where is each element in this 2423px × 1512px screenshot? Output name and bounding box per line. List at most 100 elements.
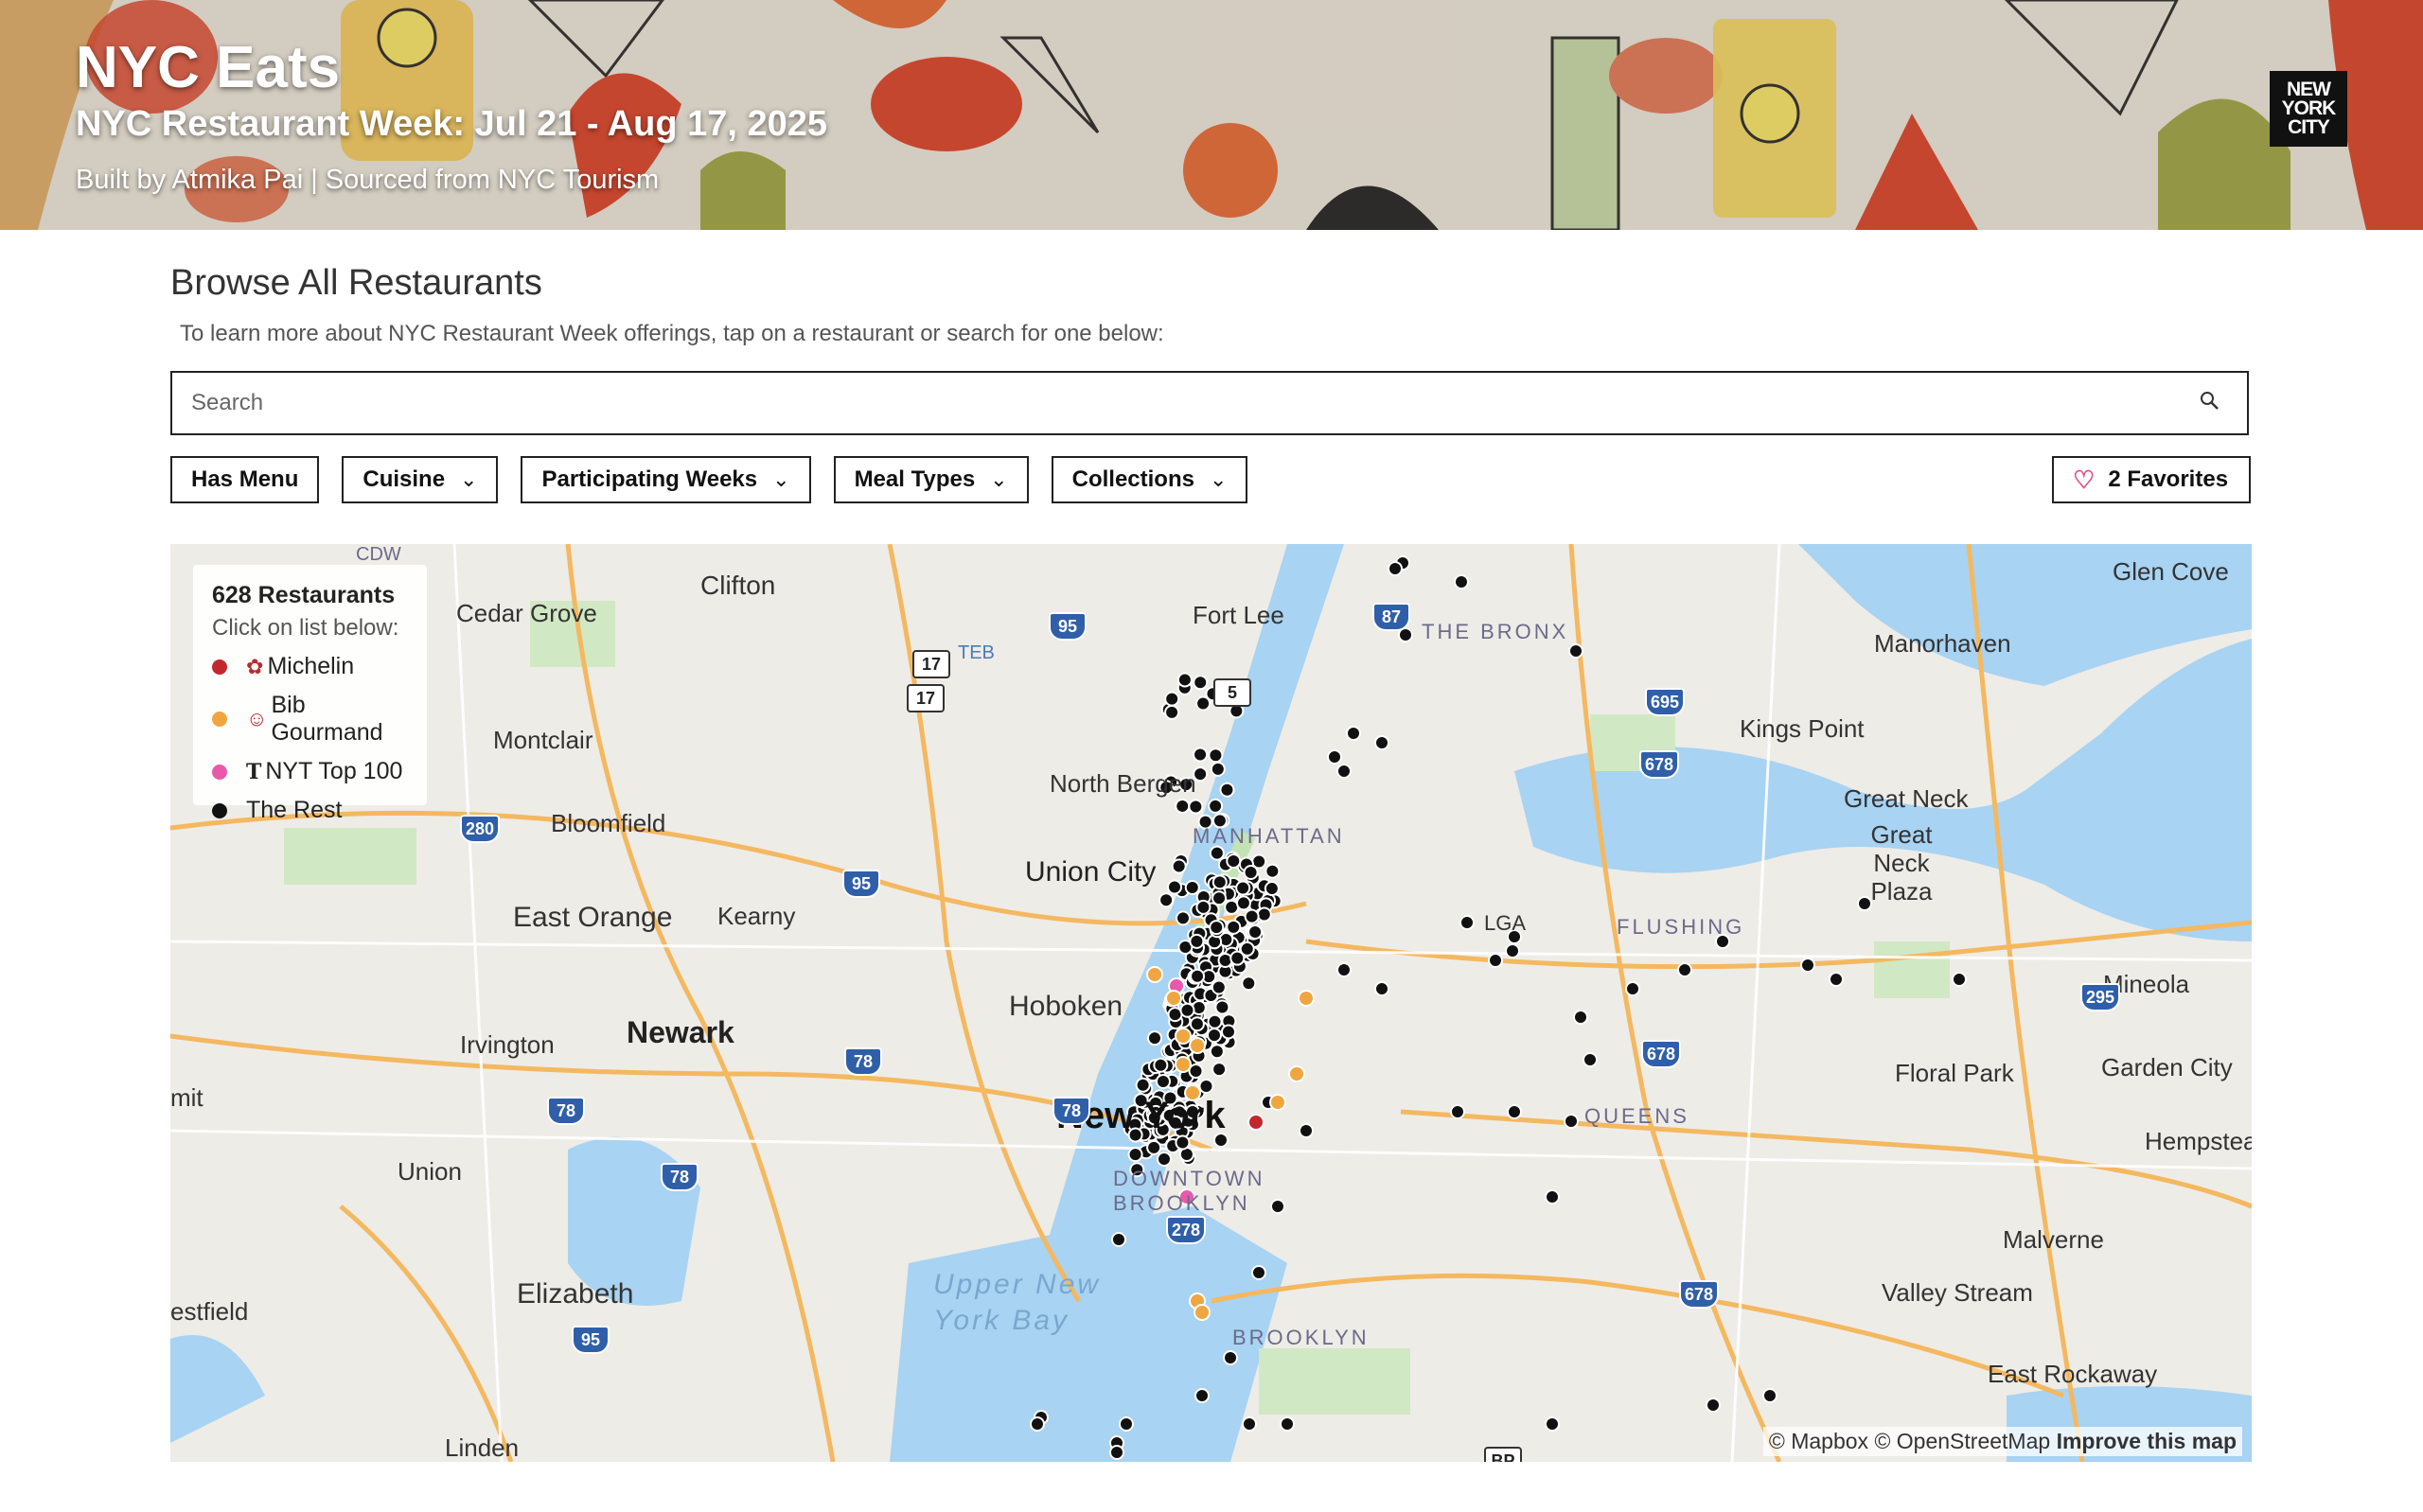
restaurant-marker[interactable] <box>1207 1028 1223 1044</box>
restaurant-marker[interactable] <box>1800 958 1815 973</box>
restaurant-marker[interactable] <box>1298 990 1315 1007</box>
legend-item-michelin[interactable]: ✿ Michelin <box>212 653 408 680</box>
restaurant-marker[interactable] <box>1256 906 1272 923</box>
restaurant-marker[interactable] <box>1188 799 1204 815</box>
restaurant-marker[interactable] <box>1207 1013 1223 1029</box>
restaurant-marker[interactable] <box>1164 691 1180 707</box>
restaurant-marker[interactable] <box>1229 950 1246 966</box>
restaurant-marker[interactable] <box>1146 966 1163 983</box>
restaurant-marker[interactable] <box>1374 735 1389 750</box>
restaurant-marker[interactable] <box>1450 1104 1465 1119</box>
restaurant-marker[interactable] <box>1209 920 1225 936</box>
restaurant-marker[interactable] <box>1545 1189 1560 1204</box>
meal-types-dropdown[interactable]: Meal Types ⌄ <box>833 456 1029 503</box>
restaurant-marker[interactable] <box>1146 1139 1162 1155</box>
has-menu-button[interactable]: Has Menu <box>170 456 320 503</box>
restaurant-marker[interactable] <box>1243 864 1259 880</box>
restaurant-marker[interactable] <box>1568 643 1583 659</box>
restaurant-marker[interactable] <box>1564 1114 1579 1129</box>
restaurant-marker[interactable] <box>1242 1416 1257 1432</box>
restaurant-marker[interactable] <box>1167 1007 1183 1023</box>
restaurant-marker[interactable] <box>1175 1134 1191 1151</box>
restaurant-marker[interactable] <box>1184 879 1200 895</box>
osm-attribution[interactable]: © OpenStreetMap <box>1874 1429 2050 1453</box>
restaurant-marker[interactable] <box>1135 1077 1151 1093</box>
restaurant-marker[interactable] <box>1208 798 1224 814</box>
restaurant-marker[interactable] <box>1119 1416 1134 1432</box>
map-canvas[interactable] <box>170 544 2252 1462</box>
restaurant-marker[interactable] <box>1346 726 1361 741</box>
participating-weeks-dropdown[interactable]: Participating Weeks ⌄ <box>521 456 811 503</box>
restaurant-marker[interactable] <box>1176 672 1193 688</box>
restaurant-marker[interactable] <box>1198 1078 1214 1094</box>
restaurant-marker[interactable] <box>1280 1416 1295 1432</box>
restaurant-marker[interactable] <box>1505 943 1520 958</box>
restaurant-marker[interactable] <box>1219 782 1235 798</box>
mapbox-attribution[interactable]: © Mapbox <box>1769 1429 1868 1453</box>
restaurant-marker[interactable] <box>1677 962 1692 977</box>
restaurant-marker[interactable] <box>1179 1002 1195 1018</box>
restaurant-marker[interactable] <box>1235 880 1251 896</box>
restaurant-marker[interactable] <box>1190 968 1206 984</box>
restaurant-marker[interactable] <box>1189 933 1205 949</box>
restaurant-marker[interactable] <box>1374 981 1389 996</box>
restaurant-marker[interactable] <box>1175 798 1191 814</box>
restaurant-marker[interactable] <box>1706 1398 1721 1413</box>
restaurant-marker[interactable] <box>1189 1037 1206 1054</box>
restaurant-marker[interactable] <box>1583 1052 1598 1067</box>
restaurant-marker[interactable] <box>1153 1057 1169 1073</box>
restaurant-marker[interactable] <box>1189 1016 1205 1032</box>
restaurant-marker[interactable] <box>1211 979 1227 995</box>
restaurant-marker[interactable] <box>1210 761 1226 777</box>
restaurant-marker[interactable] <box>1158 892 1175 908</box>
restaurant-marker[interactable] <box>1269 1094 1286 1111</box>
collections-dropdown[interactable]: Collections ⌄ <box>1051 456 1248 503</box>
restaurant-marker[interactable] <box>1762 1388 1777 1403</box>
search-input[interactable] <box>172 389 2190 417</box>
restaurant-marker[interactable] <box>1175 910 1191 926</box>
restaurant-marker[interactable] <box>1223 1350 1238 1365</box>
restaurant-marker[interactable] <box>1209 1044 1225 1060</box>
improve-map-link[interactable]: Improve this map <box>2057 1429 2237 1453</box>
restaurant-map[interactable]: Clifton Cedar Grove Fort Lee THE BRONX G… <box>170 544 2252 1462</box>
restaurant-marker[interactable] <box>1175 1056 1192 1073</box>
restaurant-marker[interactable] <box>1251 1265 1266 1280</box>
legend-item-nyt-top-100[interactable]: T NYT Top 100 <box>212 758 408 785</box>
restaurant-marker[interactable] <box>1288 1065 1305 1082</box>
legend-item-bib-gourmand[interactable]: ☺ Bib Gourmand <box>212 692 408 747</box>
cuisine-dropdown[interactable]: Cuisine ⌄ <box>342 456 499 503</box>
restaurant-marker[interactable] <box>1264 881 1280 897</box>
restaurant-marker[interactable] <box>1299 1123 1314 1138</box>
restaurant-marker[interactable] <box>1220 1024 1236 1040</box>
restaurant-marker[interactable] <box>1193 747 1209 763</box>
restaurant-marker[interactable] <box>1164 704 1180 720</box>
restaurant-marker[interactable] <box>1194 1304 1211 1321</box>
restaurant-marker[interactable] <box>1226 919 1242 935</box>
restaurant-marker[interactable] <box>1193 675 1209 691</box>
restaurant-marker[interactable] <box>1155 1073 1171 1089</box>
restaurant-marker[interactable] <box>1241 976 1257 992</box>
restaurant-marker[interactable] <box>1127 1147 1143 1163</box>
restaurant-marker[interactable] <box>1388 561 1403 576</box>
restaurant-marker[interactable] <box>1488 953 1503 968</box>
restaurant-marker[interactable] <box>1235 895 1251 911</box>
restaurant-marker[interactable] <box>1212 1062 1228 1078</box>
favorites-button[interactable]: ♡ 2 Favorites <box>2052 456 2251 503</box>
restaurant-marker[interactable] <box>1265 863 1281 879</box>
restaurant-marker[interactable] <box>1146 1030 1162 1046</box>
restaurant-marker[interactable] <box>1829 972 1844 987</box>
restaurant-marker[interactable] <box>1208 747 1224 764</box>
restaurant-marker[interactable] <box>1507 1104 1522 1119</box>
restaurant-marker[interactable] <box>1226 853 1242 870</box>
restaurant-marker[interactable] <box>1195 899 1212 915</box>
restaurant-marker[interactable] <box>1109 1445 1124 1460</box>
restaurant-marker[interactable] <box>1545 1416 1560 1432</box>
search-icon[interactable] <box>2190 389 2228 418</box>
restaurant-marker[interactable] <box>1625 981 1640 996</box>
restaurant-marker[interactable] <box>1194 1388 1210 1403</box>
restaurant-marker[interactable] <box>1171 858 1187 874</box>
restaurant-marker[interactable] <box>1214 999 1230 1015</box>
restaurant-marker[interactable] <box>1247 1114 1265 1131</box>
restaurant-marker[interactable] <box>1336 764 1352 779</box>
restaurant-marker[interactable] <box>1212 874 1228 890</box>
